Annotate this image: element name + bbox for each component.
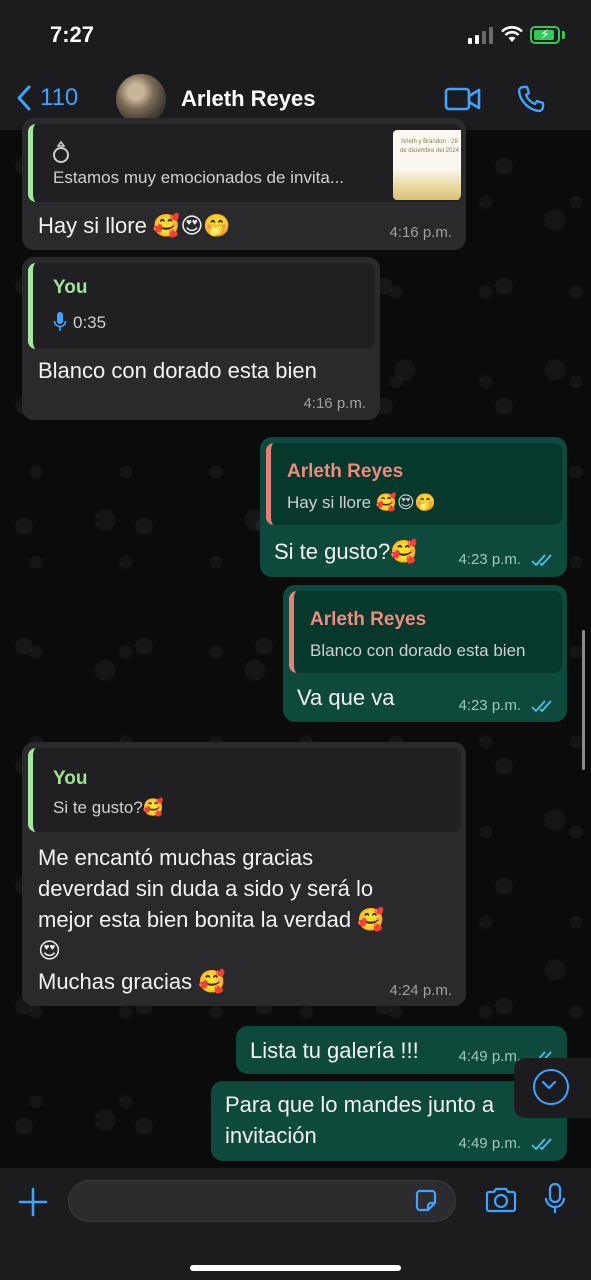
message-bubble[interactable]: Arleth Reyes Blanco con dorado esta bien… (283, 585, 567, 722)
unread-count: 110 (40, 84, 79, 111)
message-text: Va que va (297, 685, 395, 710)
status-time: 7:27 (50, 22, 95, 47)
home-indicator[interactable] (190, 1265, 401, 1271)
message-text: Para que lo mandes junto a invitación (225, 1089, 494, 1151)
message-time: 4:23 p.m. (458, 697, 521, 714)
reply-quote[interactable]: You Si te gusto?🥰 (28, 748, 461, 832)
battery-icon: ⚡ (530, 26, 560, 44)
quote-text: Hay si llore 🥰😍🤭 (287, 493, 436, 512)
message-time: 4:23 p.m. (458, 551, 521, 568)
message-text: Hay si llore 🥰😍🤭 (38, 213, 231, 238)
scroll-down-icon (533, 1069, 569, 1105)
mic-icon (53, 312, 67, 331)
ring-icon (53, 140, 69, 163)
cellular-signal-icon (468, 27, 494, 44)
plus-icon[interactable] (17, 1186, 49, 1218)
quote-author: You (53, 768, 88, 789)
reply-quote[interactable]: Arleth Reyes Blanco con dorado esta bien (289, 591, 562, 673)
invitation-thumbnail: Arleth y Brandon · 28 de diciembre del 2… (393, 130, 461, 200)
quote-text: Si te gusto?🥰 (53, 798, 164, 817)
quote-author: Arleth Reyes (310, 609, 427, 630)
scroll-to-bottom-button[interactable] (514, 1058, 591, 1118)
contact-name[interactable]: Arleth Reyes (181, 86, 316, 112)
battery-tip (562, 31, 565, 39)
double-check-icon (531, 1138, 552, 1151)
message-bubble[interactable]: Estamos muy emocionados de invita... Arl… (22, 118, 466, 250)
message-line: invitación (225, 1123, 317, 1148)
camera-icon[interactable] (484, 1186, 518, 1214)
reply-quote[interactable]: You 0:35 (28, 263, 375, 349)
reply-quote[interactable]: Estamos muy emocionados de invita... Arl… (28, 124, 461, 202)
back-button[interactable]: 110 (16, 84, 78, 112)
message-bubble[interactable]: You 0:35 Blanco con dorado esta bien 4:1… (22, 257, 380, 420)
quote-text: Blanco con dorado esta bien (310, 641, 526, 660)
message-text: Blanco con dorado esta bien (38, 358, 317, 383)
video-call-icon[interactable] (444, 86, 482, 112)
double-check-icon (531, 554, 552, 567)
quote-text: Estamos muy emocionados de invita... (53, 168, 345, 187)
message-time: 4:49 p.m. (458, 1135, 521, 1152)
message-input[interactable] (68, 1180, 456, 1222)
back-chevron-icon (17, 85, 31, 111)
message-time: 4:24 p.m. (389, 982, 452, 999)
message-time: 4:16 p.m. (303, 395, 366, 412)
quote-author: Arleth Reyes (287, 461, 404, 482)
wifi-icon (501, 26, 523, 42)
message-time: 4:49 p.m. (458, 1048, 521, 1065)
message-line: Me encantó muchas gracias (38, 845, 314, 870)
double-check-icon (531, 700, 552, 713)
composer-bar (0, 1168, 591, 1280)
phone-icon[interactable] (516, 84, 546, 114)
reply-quote[interactable]: Arleth Reyes Hay si llore 🥰😍🤭 (266, 443, 562, 525)
message-line: deverdad sin duda a sido y será lo (38, 876, 374, 901)
message-time: 4:16 p.m. (389, 224, 452, 241)
message-line: 😍 (38, 938, 61, 963)
status-bar: 7:27 ⚡ (0, 0, 591, 70)
message-line: Para que lo mandes junto a (225, 1092, 495, 1117)
message-text: Me encantó muchas gracias deverdad sin d… (38, 842, 458, 997)
message-line: mejor esta bien bonita la verdad 🥰 (38, 907, 385, 932)
thumbnail-text: Arleth y Brandon · 28 de diciembre del 2… (399, 139, 460, 154)
sticker-icon[interactable] (413, 1188, 439, 1214)
scrollbar[interactable] (582, 630, 585, 770)
mic-icon[interactable] (544, 1182, 566, 1216)
voice-duration: 0:35 (73, 313, 107, 332)
message-text: Lista tu galería !!! (250, 1038, 419, 1063)
contact-avatar[interactable] (116, 74, 166, 124)
quote-author: You (53, 277, 88, 298)
message-text: Si te gusto?🥰 (274, 539, 418, 564)
message-bubble[interactable]: You Si te gusto?🥰 Me encantó muchas grac… (22, 742, 466, 1006)
message-bubble[interactable]: Arleth Reyes Hay si llore 🥰😍🤭 Si te gust… (260, 437, 567, 577)
